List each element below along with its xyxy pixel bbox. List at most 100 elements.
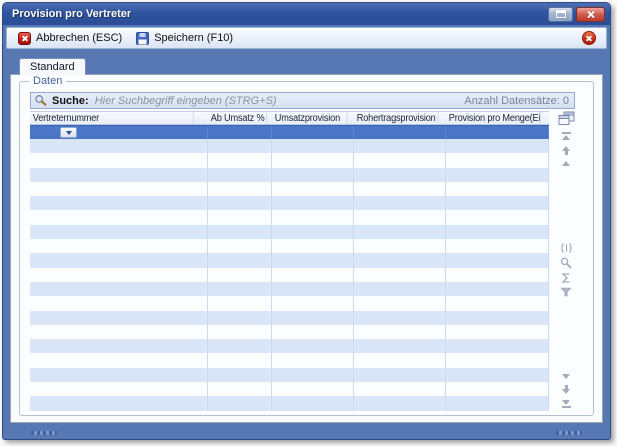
grid-cell[interactable] [208,225,272,239]
grid-cell[interactable] [208,382,272,396]
grid-cell[interactable] [272,139,354,153]
grid-cell[interactable] [30,325,208,339]
empty-row[interactable] [30,382,549,396]
empty-row[interactable] [30,325,549,339]
grid-cell[interactable] [30,382,208,396]
page-down-button[interactable] [562,385,570,394]
grid-cell[interactable] [354,139,446,153]
close-button[interactable] [576,7,605,22]
grid-cell[interactable] [30,339,208,353]
grid-cell[interactable] [446,296,549,310]
grid-cell[interactable] [30,210,208,224]
grid-cell[interactable] [354,168,446,182]
row-dropdown-button[interactable] [60,127,77,138]
grid-cell[interactable] [30,282,208,296]
empty-row[interactable] [30,282,549,296]
search-record-icon[interactable] [560,257,572,269]
empty-row[interactable] [30,268,549,282]
grid-cell[interactable] [354,196,446,210]
grid-cell[interactable] [30,153,208,167]
edit-record-icon[interactable] [560,243,573,253]
grid-cell[interactable] [272,339,354,353]
grid-cell[interactable] [272,396,354,410]
empty-row[interactable] [30,253,549,267]
grid-cell[interactable] [208,153,272,167]
empty-row[interactable] [30,311,549,325]
filter-icon[interactable] [560,287,572,297]
grid-cell[interactable] [446,239,549,253]
grid-cell[interactable] [208,368,272,382]
grid-cell[interactable] [208,339,272,353]
grid-cell[interactable] [30,168,208,182]
grid-cell[interactable] [446,126,549,139]
grid-cell[interactable] [208,253,272,267]
grid-cell[interactable] [272,153,354,167]
grid-cell[interactable] [446,153,549,167]
grid-cell[interactable] [354,210,446,224]
selected-row[interactable] [30,125,549,139]
grid-cell[interactable] [30,368,208,382]
grid-cell[interactable] [272,311,354,325]
grid-cell[interactable] [30,253,208,267]
grid-cell[interactable] [354,325,446,339]
empty-row[interactable] [30,196,549,210]
go-last-button[interactable] [562,400,571,408]
grid-cell[interactable] [208,268,272,282]
grid-cell[interactable] [354,126,446,139]
grid-cell[interactable] [272,225,354,239]
column-header[interactable]: Rohertragsprovision [354,112,439,124]
grid-cell[interactable] [30,239,208,253]
grid-cell[interactable] [354,368,446,382]
resize-grip[interactable] [556,431,582,435]
grid-cell[interactable] [30,268,208,282]
empty-row[interactable] [30,168,549,182]
empty-row[interactable] [30,239,549,253]
grid-cell[interactable] [446,282,549,296]
row-up-button[interactable] [562,161,570,166]
grid-cell[interactable] [446,311,549,325]
grid-cell[interactable] [354,153,446,167]
grid-cell[interactable] [272,196,354,210]
grid-cell[interactable] [272,353,354,367]
column-header[interactable]: Provision pro Menge(Einheit) [446,112,541,124]
grid-cell[interactable] [208,196,272,210]
grid-cell[interactable] [446,382,549,396]
page-up-button[interactable] [562,146,570,155]
grid-cell[interactable] [30,296,208,310]
grid-cell[interactable] [30,196,208,210]
grid-cell[interactable] [354,396,446,410]
grid-cell[interactable] [354,253,446,267]
grid-cell[interactable] [354,182,446,196]
grid-cell[interactable] [272,282,354,296]
grid-cell[interactable] [446,225,549,239]
go-first-button[interactable] [562,132,571,140]
resize-grip[interactable] [31,431,57,435]
empty-row[interactable] [30,210,549,224]
column-chooser-button[interactable] [558,111,575,126]
grid-cell[interactable] [446,368,549,382]
column-header[interactable]: Umsatzprovision [272,112,347,124]
grid-cell[interactable] [272,182,354,196]
grid-cell[interactable] [272,325,354,339]
grid-cell[interactable] [354,311,446,325]
grid-cell[interactable] [208,353,272,367]
stop-icon[interactable] [582,31,596,45]
cancel-button[interactable]: Abbrechen (ESC) [13,30,127,47]
grid-cell[interactable] [272,368,354,382]
grid-cell[interactable] [208,126,272,139]
grid-cell[interactable] [30,225,208,239]
grid-cell[interactable] [354,239,446,253]
grid-cell[interactable] [208,296,272,310]
sum-icon[interactable] [560,273,572,283]
grid-cell[interactable] [272,382,354,396]
grid-cell[interactable] [272,126,354,139]
empty-row[interactable] [30,139,549,153]
grid-cell[interactable] [446,353,549,367]
empty-row[interactable] [30,296,549,310]
grid-cell[interactable] [208,139,272,153]
grid-cell[interactable] [208,325,272,339]
empty-row[interactable] [30,153,549,167]
grid-cell[interactable] [208,182,272,196]
grid-cell[interactable] [208,168,272,182]
grid-cell[interactable] [208,311,272,325]
